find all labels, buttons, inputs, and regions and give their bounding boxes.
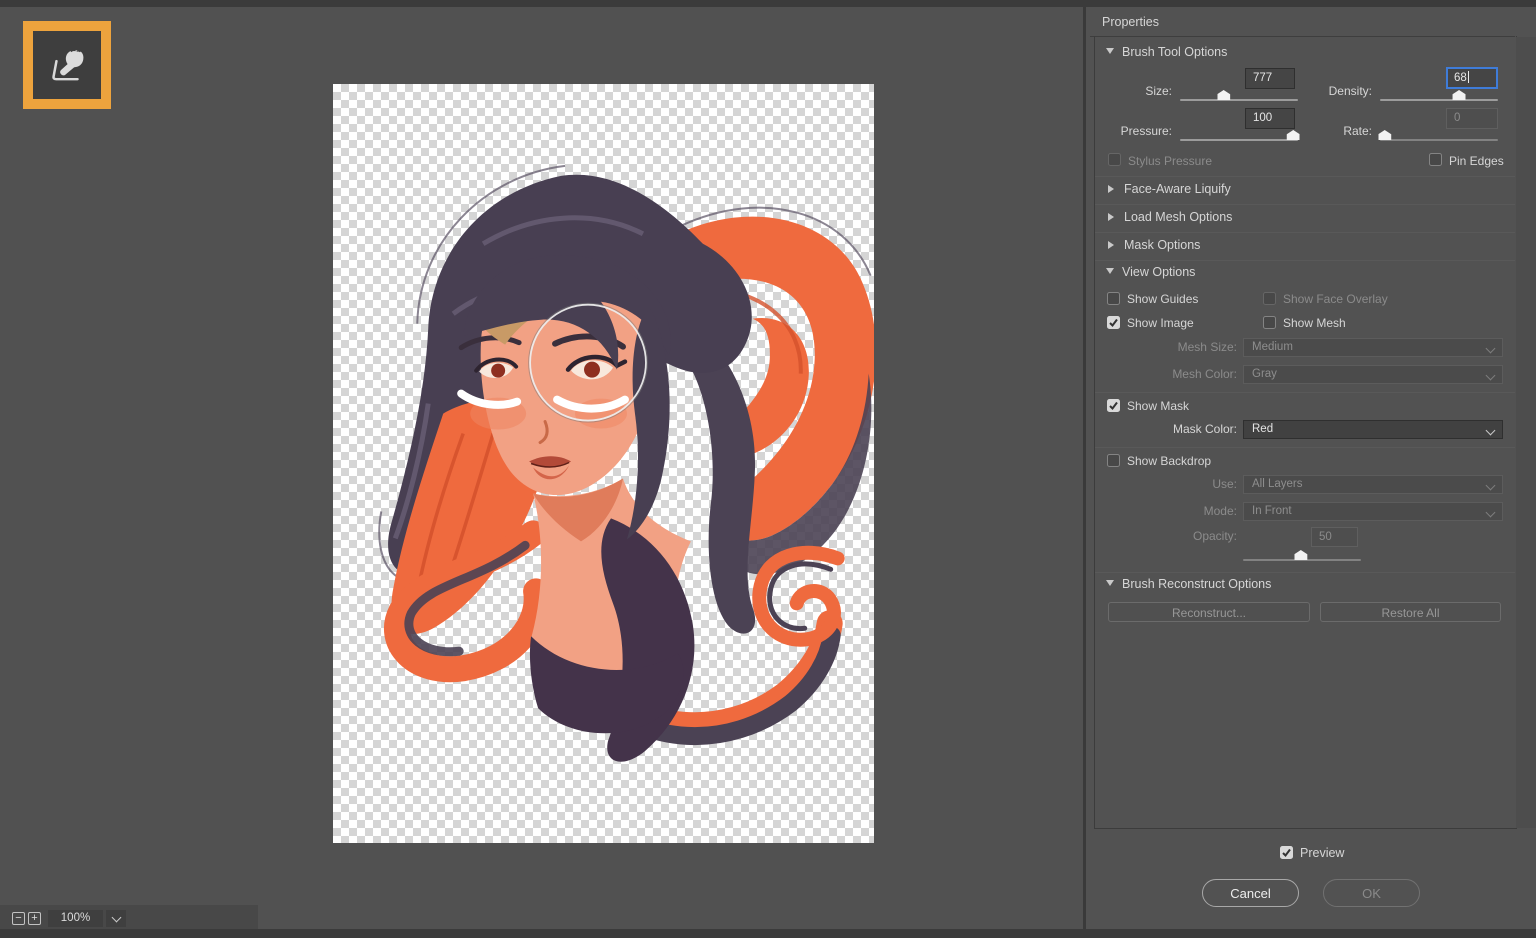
window-bottom-edge bbox=[0, 929, 1536, 938]
expand-triangle-icon[interactable] bbox=[1108, 213, 1114, 221]
dropdown-chevron-icon bbox=[1486, 426, 1496, 436]
size-label: Size: bbox=[1090, 84, 1172, 98]
zoom-level-value[interactable]: 100% bbox=[48, 910, 103, 927]
zoom-in-button[interactable]: + bbox=[28, 912, 41, 925]
mesh-size-label: Mesh Size: bbox=[1140, 340, 1237, 354]
rate-slider bbox=[1380, 139, 1498, 141]
density-label: Density: bbox=[1290, 84, 1372, 98]
pin-edges-label: Pin Edges bbox=[1449, 154, 1504, 168]
size-input[interactable]: 777 bbox=[1245, 68, 1295, 89]
pin-edges-checkbox[interactable] bbox=[1429, 153, 1442, 166]
use-dropdown: All Layers bbox=[1243, 475, 1503, 494]
section-divider bbox=[1095, 260, 1515, 261]
text-caret bbox=[1468, 71, 1469, 83]
density-input[interactable]: 68 bbox=[1446, 67, 1498, 89]
rate-label: Rate: bbox=[1290, 124, 1372, 138]
section-header-brush-reconstruct-options[interactable]: Brush Reconstruct Options bbox=[1122, 577, 1271, 591]
rate-input: 0 bbox=[1446, 108, 1498, 129]
show-backdrop-checkbox[interactable] bbox=[1107, 454, 1120, 467]
pressure-slider[interactable] bbox=[1180, 139, 1298, 141]
opacity-input: 50 bbox=[1311, 527, 1358, 547]
mode-dropdown: In Front bbox=[1243, 502, 1503, 521]
panel-right-gutter bbox=[1516, 37, 1536, 828]
stylus-pressure-checkbox bbox=[1108, 153, 1121, 166]
show-mesh-label: Show Mesh bbox=[1283, 316, 1346, 330]
mesh-size-dropdown: Medium bbox=[1243, 338, 1503, 357]
show-backdrop-label: Show Backdrop bbox=[1127, 454, 1211, 468]
dropdown-chevron-icon bbox=[1486, 508, 1496, 518]
section-divider bbox=[1095, 176, 1515, 177]
show-guides-label: Show Guides bbox=[1127, 292, 1198, 306]
pressure-input[interactable]: 100 bbox=[1245, 108, 1295, 129]
section-divider bbox=[1095, 232, 1515, 233]
collapse-triangle-icon[interactable] bbox=[1106, 268, 1114, 274]
zoom-out-button[interactable]: − bbox=[12, 912, 25, 925]
pressure-label: Pressure: bbox=[1090, 124, 1172, 138]
panel-divider bbox=[1083, 7, 1086, 929]
dropdown-chevron-icon bbox=[1486, 481, 1496, 491]
mesh-color-label: Mesh Color: bbox=[1140, 367, 1237, 381]
preview-checkbox[interactable] bbox=[1280, 846, 1293, 859]
zoom-dropdown-button[interactable] bbox=[106, 910, 126, 927]
section-header-brush-tool-options[interactable]: Brush Tool Options bbox=[1122, 45, 1227, 59]
show-mesh-checkbox[interactable] bbox=[1263, 316, 1276, 329]
show-guides-checkbox[interactable] bbox=[1107, 292, 1120, 305]
section-header-load-mesh-options[interactable]: Load Mesh Options bbox=[1124, 210, 1232, 224]
section-divider bbox=[1095, 204, 1515, 205]
expand-triangle-icon[interactable] bbox=[1108, 185, 1114, 193]
show-mask-label: Show Mask bbox=[1127, 399, 1189, 413]
mesh-color-dropdown: Gray bbox=[1243, 365, 1503, 384]
dropdown-chevron-icon bbox=[1486, 344, 1496, 354]
mode-label: Mode: bbox=[1140, 504, 1237, 518]
collapse-triangle-icon[interactable] bbox=[1106, 580, 1114, 586]
show-face-overlay-label: Show Face Overlay bbox=[1283, 292, 1388, 306]
ok-button[interactable]: OK bbox=[1323, 879, 1420, 907]
use-label: Use: bbox=[1140, 477, 1237, 491]
cancel-button[interactable]: Cancel bbox=[1202, 879, 1299, 907]
show-mask-checkbox[interactable] bbox=[1107, 399, 1120, 412]
section-header-mask-options[interactable]: Mask Options bbox=[1124, 238, 1200, 252]
section-divider bbox=[1095, 447, 1515, 448]
preview-label: Preview bbox=[1300, 846, 1344, 860]
liquify-canvas-artwork[interactable] bbox=[333, 84, 874, 843]
reconstruct-button[interactable]: Reconstruct... bbox=[1108, 602, 1310, 622]
density-slider[interactable] bbox=[1380, 99, 1498, 101]
chevron-down-icon bbox=[111, 913, 121, 923]
show-image-checkbox[interactable] bbox=[1107, 316, 1120, 329]
opacity-label: Opacity: bbox=[1140, 529, 1237, 543]
liquify-dialog: Properties Brush Tool Options Size: 777 … bbox=[0, 0, 1536, 938]
section-header-face-aware-liquify[interactable]: Face-Aware Liquify bbox=[1124, 182, 1231, 196]
forward-warp-tool-callout[interactable] bbox=[23, 21, 111, 109]
opacity-slider bbox=[1243, 559, 1361, 561]
mask-color-label: Mask Color: bbox=[1140, 422, 1237, 436]
section-divider bbox=[1095, 572, 1515, 573]
mask-color-dropdown[interactable]: Red bbox=[1243, 420, 1503, 439]
section-header-view-options[interactable]: View Options bbox=[1122, 265, 1195, 279]
section-divider bbox=[1095, 392, 1515, 393]
size-slider[interactable] bbox=[1180, 99, 1298, 101]
collapse-triangle-icon[interactable] bbox=[1106, 48, 1114, 54]
dropdown-chevron-icon bbox=[1486, 371, 1496, 381]
forward-warp-tool-icon bbox=[44, 42, 90, 88]
restore-all-button[interactable]: Restore All bbox=[1320, 602, 1501, 622]
window-top-edge bbox=[0, 0, 1536, 7]
stylus-pressure-label: Stylus Pressure bbox=[1128, 154, 1212, 168]
artboard-transparency-checkerboard[interactable] bbox=[333, 84, 874, 843]
expand-triangle-icon[interactable] bbox=[1108, 241, 1114, 249]
show-image-label: Show Image bbox=[1127, 316, 1194, 330]
show-face-overlay-checkbox bbox=[1263, 292, 1276, 305]
panel-title: Properties bbox=[1102, 15, 1159, 29]
